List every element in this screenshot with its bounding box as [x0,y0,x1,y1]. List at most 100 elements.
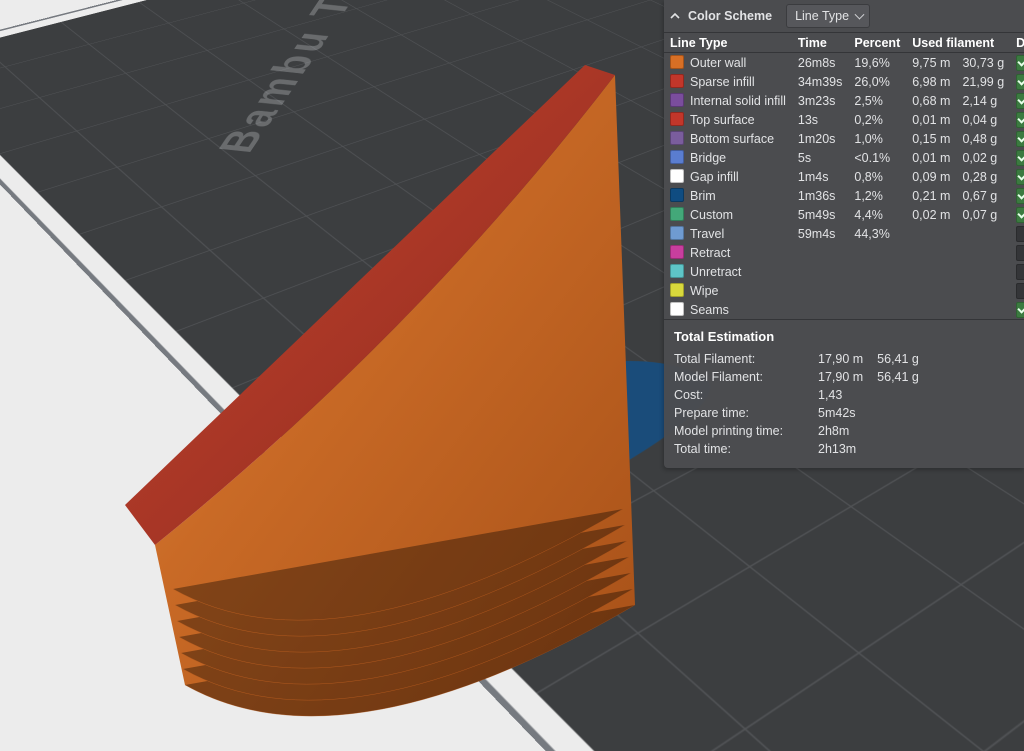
linetype-time: 1m4s [792,167,848,186]
linetype-percent [848,243,906,262]
linetype-fil-m: 0,68 m [906,91,956,110]
prepare-label: Prepare time: [674,404,804,422]
linetype-display[interactable] [1010,243,1024,262]
linetype-percent: 0,2% [848,110,906,129]
linetype-row: Gap infill1m4s0,8%0,09 m0,28 g [664,167,1024,186]
linetype-display[interactable] [1010,53,1024,73]
linetype-display[interactable] [1010,281,1024,300]
linetype-display[interactable] [1010,262,1024,281]
swatch-icon [670,131,684,145]
checkbox-icon[interactable] [1016,74,1024,90]
printing-label: Model printing time: [674,422,804,440]
col-display: Display [1010,33,1024,53]
swatch-icon [670,188,684,202]
linetype-display[interactable] [1010,129,1024,148]
linetype-name: Retract [664,243,792,262]
linetype-fil-m: 0,21 m [906,186,956,205]
linetype-name: Top surface [664,110,792,129]
linetype-display[interactable] [1010,186,1024,205]
model-filament-g: 56,41 g [877,368,919,386]
linetype-fil-g [956,224,1010,243]
total-filament-label: Total Filament: [674,350,804,368]
linetype-fil-g [956,281,1010,300]
panel-header: Color Scheme Line Type [664,0,1024,33]
swatch-icon [670,283,684,297]
total-filament-g: 56,41 g [877,350,919,368]
linetype-display[interactable] [1010,167,1024,186]
checkbox-icon[interactable] [1016,169,1024,185]
linetype-table: Line Type Time Percent Used filament Dis… [664,33,1024,319]
collapse-icon[interactable] [670,11,680,21]
swatch-icon [670,207,684,221]
linetype-row: Retract [664,243,1024,262]
linetype-row: Travel59m4s44,3% [664,224,1024,243]
linetype-fil-m [906,243,956,262]
totaltime-label: Total time: [674,440,804,458]
checkbox-icon[interactable] [1016,93,1024,109]
checkbox-icon[interactable] [1016,302,1024,318]
linetype-display[interactable] [1010,205,1024,224]
linetype-percent: 44,3% [848,224,906,243]
linetype-display[interactable] [1010,148,1024,167]
color-scheme-dropdown[interactable]: Line Type [786,4,870,28]
linetype-row: Sparse infill34m39s26,0%6,98 m21,99 g [664,72,1024,91]
checkbox-icon[interactable] [1016,188,1024,204]
prepare-value: 5m42s [818,404,856,422]
checkbox-icon[interactable] [1016,131,1024,147]
linetype-row: Brim1m36s1,2%0,21 m0,67 g [664,186,1024,205]
swatch-icon [670,112,684,126]
linetype-row: Internal solid infill3m23s2,5%0,68 m2,14… [664,91,1024,110]
linetype-row: Unretract [664,262,1024,281]
linetype-row: Bridge5s<0.1%0,01 m0,02 g [664,148,1024,167]
linetype-fil-g: 0,04 g [956,110,1010,129]
linetype-fil-g [956,243,1010,262]
linetype-row: Custom5m49s4,4%0,02 m0,07 g [664,205,1024,224]
swatch-icon [670,55,684,69]
linetype-display[interactable] [1010,110,1024,129]
linetype-display[interactable] [1010,72,1024,91]
linetype-percent [848,300,906,319]
cost-value: 1,43 [818,386,842,404]
linetype-percent: 1,0% [848,129,906,148]
linetype-percent [848,281,906,300]
checkbox-icon[interactable] [1016,283,1024,299]
cost-label: Cost: [674,386,804,404]
linetype-time [792,300,848,319]
linetype-fil-m: 0,09 m [906,167,956,186]
checkbox-icon[interactable] [1016,245,1024,261]
linetype-fil-g: 30,73 g [956,53,1010,73]
color-scheme-panel: Color Scheme Line Type Line Type Time Pe… [664,0,1024,468]
linetype-display[interactable] [1010,91,1024,110]
linetype-time: 34m39s [792,72,848,91]
linetype-fil-m: 0,01 m [906,110,956,129]
checkbox-icon[interactable] [1016,55,1024,71]
linetype-time: 5s [792,148,848,167]
checkbox-icon[interactable] [1016,264,1024,280]
checkbox-icon[interactable] [1016,207,1024,223]
totaltime-value: 2h13m [818,440,856,458]
linetype-percent: 0,8% [848,167,906,186]
linetype-fil-m [906,281,956,300]
checkbox-icon[interactable] [1016,150,1024,166]
swatch-icon [670,150,684,164]
linetype-fil-m: 0,01 m [906,148,956,167]
linetype-fil-g: 2,14 g [956,91,1010,110]
linetype-time: 59m4s [792,224,848,243]
linetype-fil-g: 21,99 g [956,72,1010,91]
linetype-percent: 1,2% [848,186,906,205]
linetype-row: Outer wall26m8s19,6%9,75 m30,73 g [664,53,1024,73]
checkbox-icon[interactable] [1016,112,1024,128]
linetype-display[interactable] [1010,224,1024,243]
printing-value: 2h8m [818,422,849,440]
linetype-fil-g [956,300,1010,319]
linetype-fil-g [956,262,1010,281]
linetype-fil-m: 9,75 m [906,53,956,73]
linetype-display[interactable] [1010,300,1024,319]
swatch-icon [670,264,684,278]
linetype-fil-g: 0,67 g [956,186,1010,205]
linetype-name: Gap infill [664,167,792,186]
checkbox-icon[interactable] [1016,226,1024,242]
linetype-percent [848,262,906,281]
linetype-time [792,281,848,300]
linetype-fil-g: 0,28 g [956,167,1010,186]
